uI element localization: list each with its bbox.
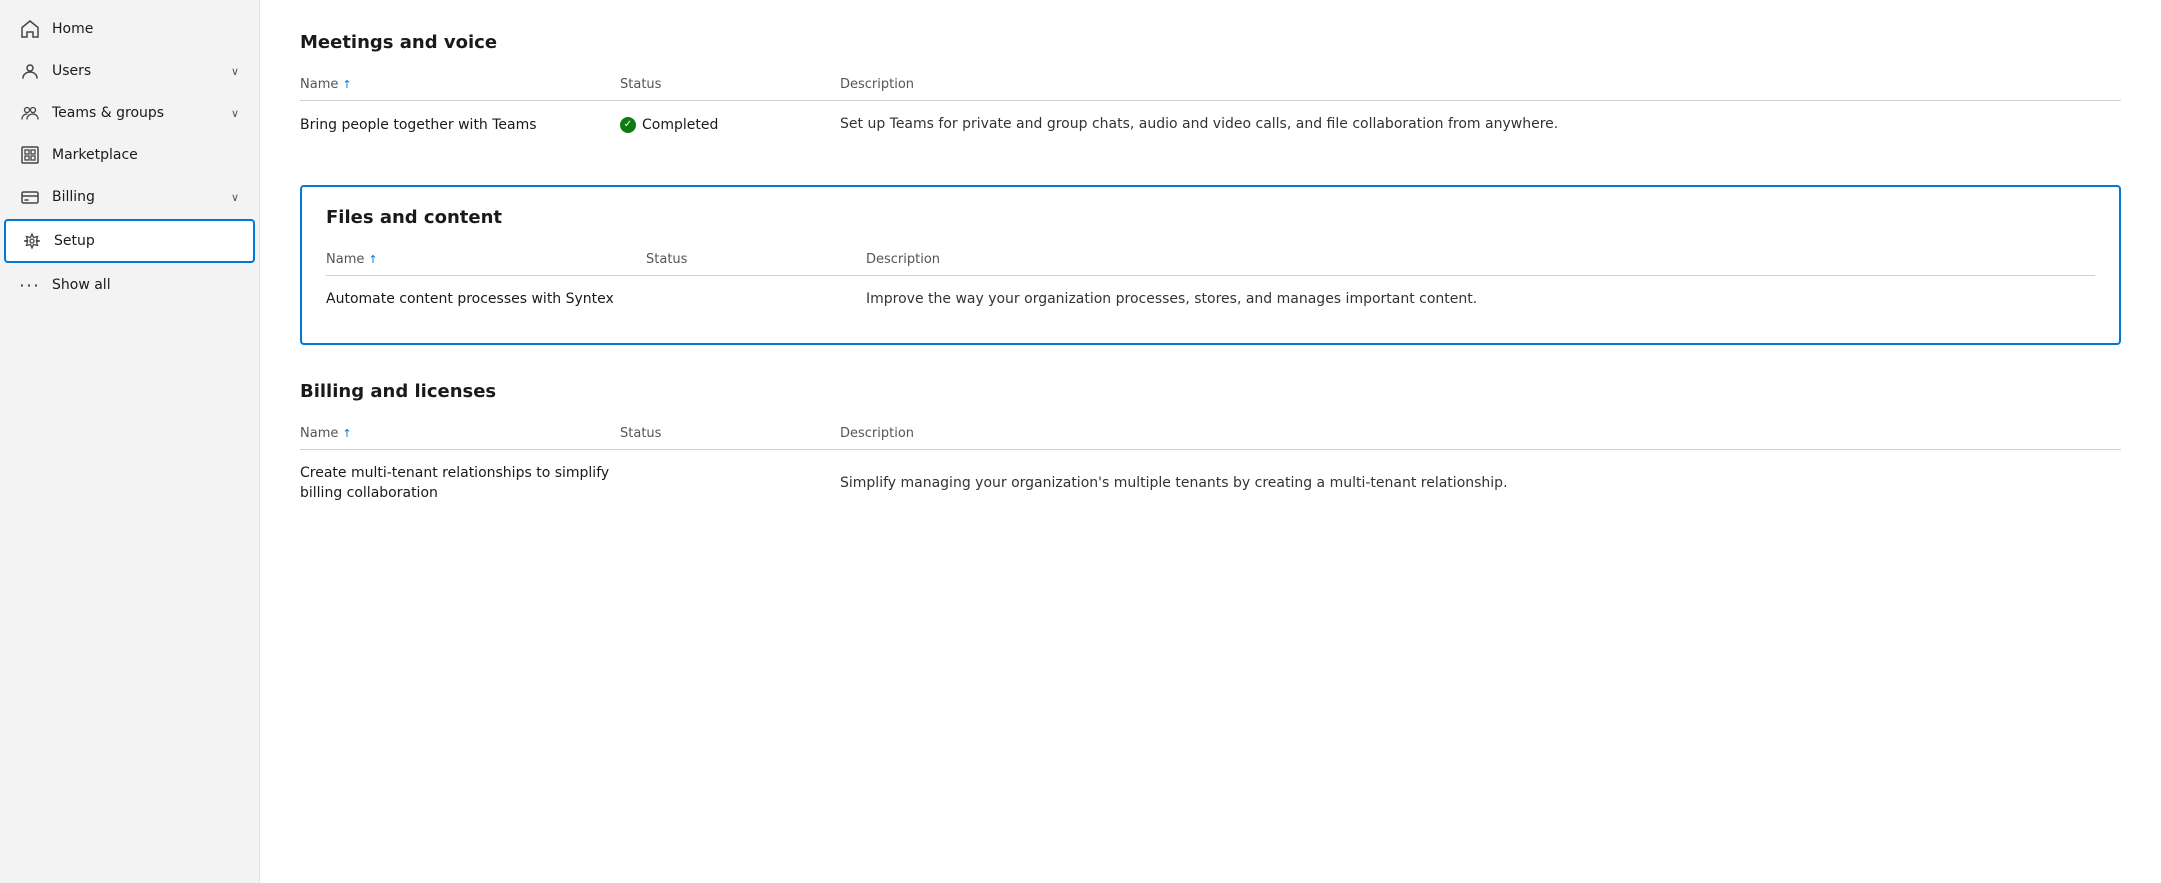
- sidebar-item-show-all[interactable]: ··· Show all: [4, 265, 255, 305]
- section-title-files-content: Files and content: [326, 207, 2095, 228]
- cell-description-meetings-voice-0: Set up Teams for private and group chats…: [840, 115, 2121, 135]
- col-header-name-meetings-voice: Name ↑: [300, 77, 620, 92]
- billing-icon: [20, 187, 40, 207]
- table-row-files-content-0[interactable]: Automate content processes with Syntex Im…: [326, 276, 2095, 324]
- sidebar-item-label-show-all: Show all: [52, 277, 239, 293]
- col-name-label: Name: [300, 77, 338, 92]
- users-icon: [20, 61, 40, 81]
- sidebar-item-billing[interactable]: Billing ∨: [4, 177, 255, 217]
- teams-groups-icon: [20, 103, 40, 123]
- sort-arrow-icon: ↑: [368, 253, 377, 266]
- sort-arrow-icon: ↑: [342, 78, 351, 91]
- col-name-label: Name: [326, 252, 364, 267]
- col-header-description-meetings-voice: Description: [840, 77, 2121, 92]
- sidebar-item-label-home: Home: [52, 21, 239, 37]
- status-label: Completed: [642, 117, 718, 133]
- col-header-name-files-content: Name ↑: [326, 252, 646, 267]
- sidebar-item-label-users: Users: [52, 63, 219, 79]
- cell-name-meetings-voice-0: Bring people together with Teams: [300, 117, 620, 133]
- table-header-files-content: Name ↑StatusDescription: [326, 244, 2095, 276]
- cell-description-billing-licenses-0: Simplify managing your organization's mu…: [840, 474, 2121, 494]
- table-header-meetings-voice: Name ↑StatusDescription: [300, 69, 2121, 101]
- sidebar-item-label-teams-groups: Teams & groups: [52, 105, 219, 121]
- teams-groups-chevron-icon: ∨: [231, 107, 239, 120]
- cell-status-meetings-voice-0: Completed: [620, 117, 840, 133]
- sidebar-item-home[interactable]: Home: [4, 9, 255, 49]
- billing-chevron-icon: ∨: [231, 191, 239, 204]
- sidebar-item-marketplace[interactable]: Marketplace: [4, 135, 255, 175]
- sidebar: Home Users ∨ Teams & groups ∨ Marketplace Bill…: [0, 0, 260, 883]
- section-title-meetings-voice: Meetings and voice: [300, 32, 2121, 53]
- col-header-status-files-content: Status: [646, 252, 866, 267]
- col-header-description-billing-licenses: Description: [840, 426, 2121, 441]
- section-meetings-voice: Meetings and voiceName ↑StatusDescriptio…: [300, 32, 2121, 149]
- table-header-billing-licenses: Name ↑StatusDescription: [300, 418, 2121, 450]
- table-row-meetings-voice-0[interactable]: Bring people together with Teams Complete…: [300, 101, 2121, 149]
- completed-status-icon: [620, 117, 636, 133]
- col-header-name-billing-licenses: Name ↑: [300, 426, 620, 441]
- sidebar-item-label-marketplace: Marketplace: [52, 147, 239, 163]
- section-files-content: Files and contentName ↑StatusDescription…: [300, 185, 2121, 346]
- sidebar-item-users[interactable]: Users ∨: [4, 51, 255, 91]
- cell-name-billing-licenses-0: Create multi-tenant relationships to sim…: [300, 464, 620, 503]
- marketplace-icon: [20, 145, 40, 165]
- sort-arrow-icon: ↑: [342, 427, 351, 440]
- users-chevron-icon: ∨: [231, 65, 239, 78]
- setup-icon: [22, 231, 42, 251]
- sidebar-item-label-setup: Setup: [54, 233, 237, 249]
- home-icon: [20, 19, 40, 39]
- table-row-billing-licenses-0[interactable]: Create multi-tenant relationships to sim…: [300, 450, 2121, 517]
- main-content: Meetings and voiceName ↑StatusDescriptio…: [260, 0, 2161, 883]
- sidebar-item-teams-groups[interactable]: Teams & groups ∨: [4, 93, 255, 133]
- section-billing-licenses: Billing and licensesName ↑StatusDescript…: [300, 381, 2121, 517]
- col-header-description-files-content: Description: [866, 252, 2095, 267]
- col-name-label: Name: [300, 426, 338, 441]
- show-all-icon: ···: [20, 275, 40, 295]
- cell-description-files-content-0: Improve the way your organization proces…: [866, 290, 2095, 310]
- sidebar-item-label-billing: Billing: [52, 189, 219, 205]
- col-header-status-meetings-voice: Status: [620, 77, 840, 92]
- sidebar-item-setup[interactable]: Setup: [4, 219, 255, 263]
- cell-name-files-content-0: Automate content processes with Syntex: [326, 291, 646, 307]
- col-header-status-billing-licenses: Status: [620, 426, 840, 441]
- section-title-billing-licenses: Billing and licenses: [300, 381, 2121, 402]
